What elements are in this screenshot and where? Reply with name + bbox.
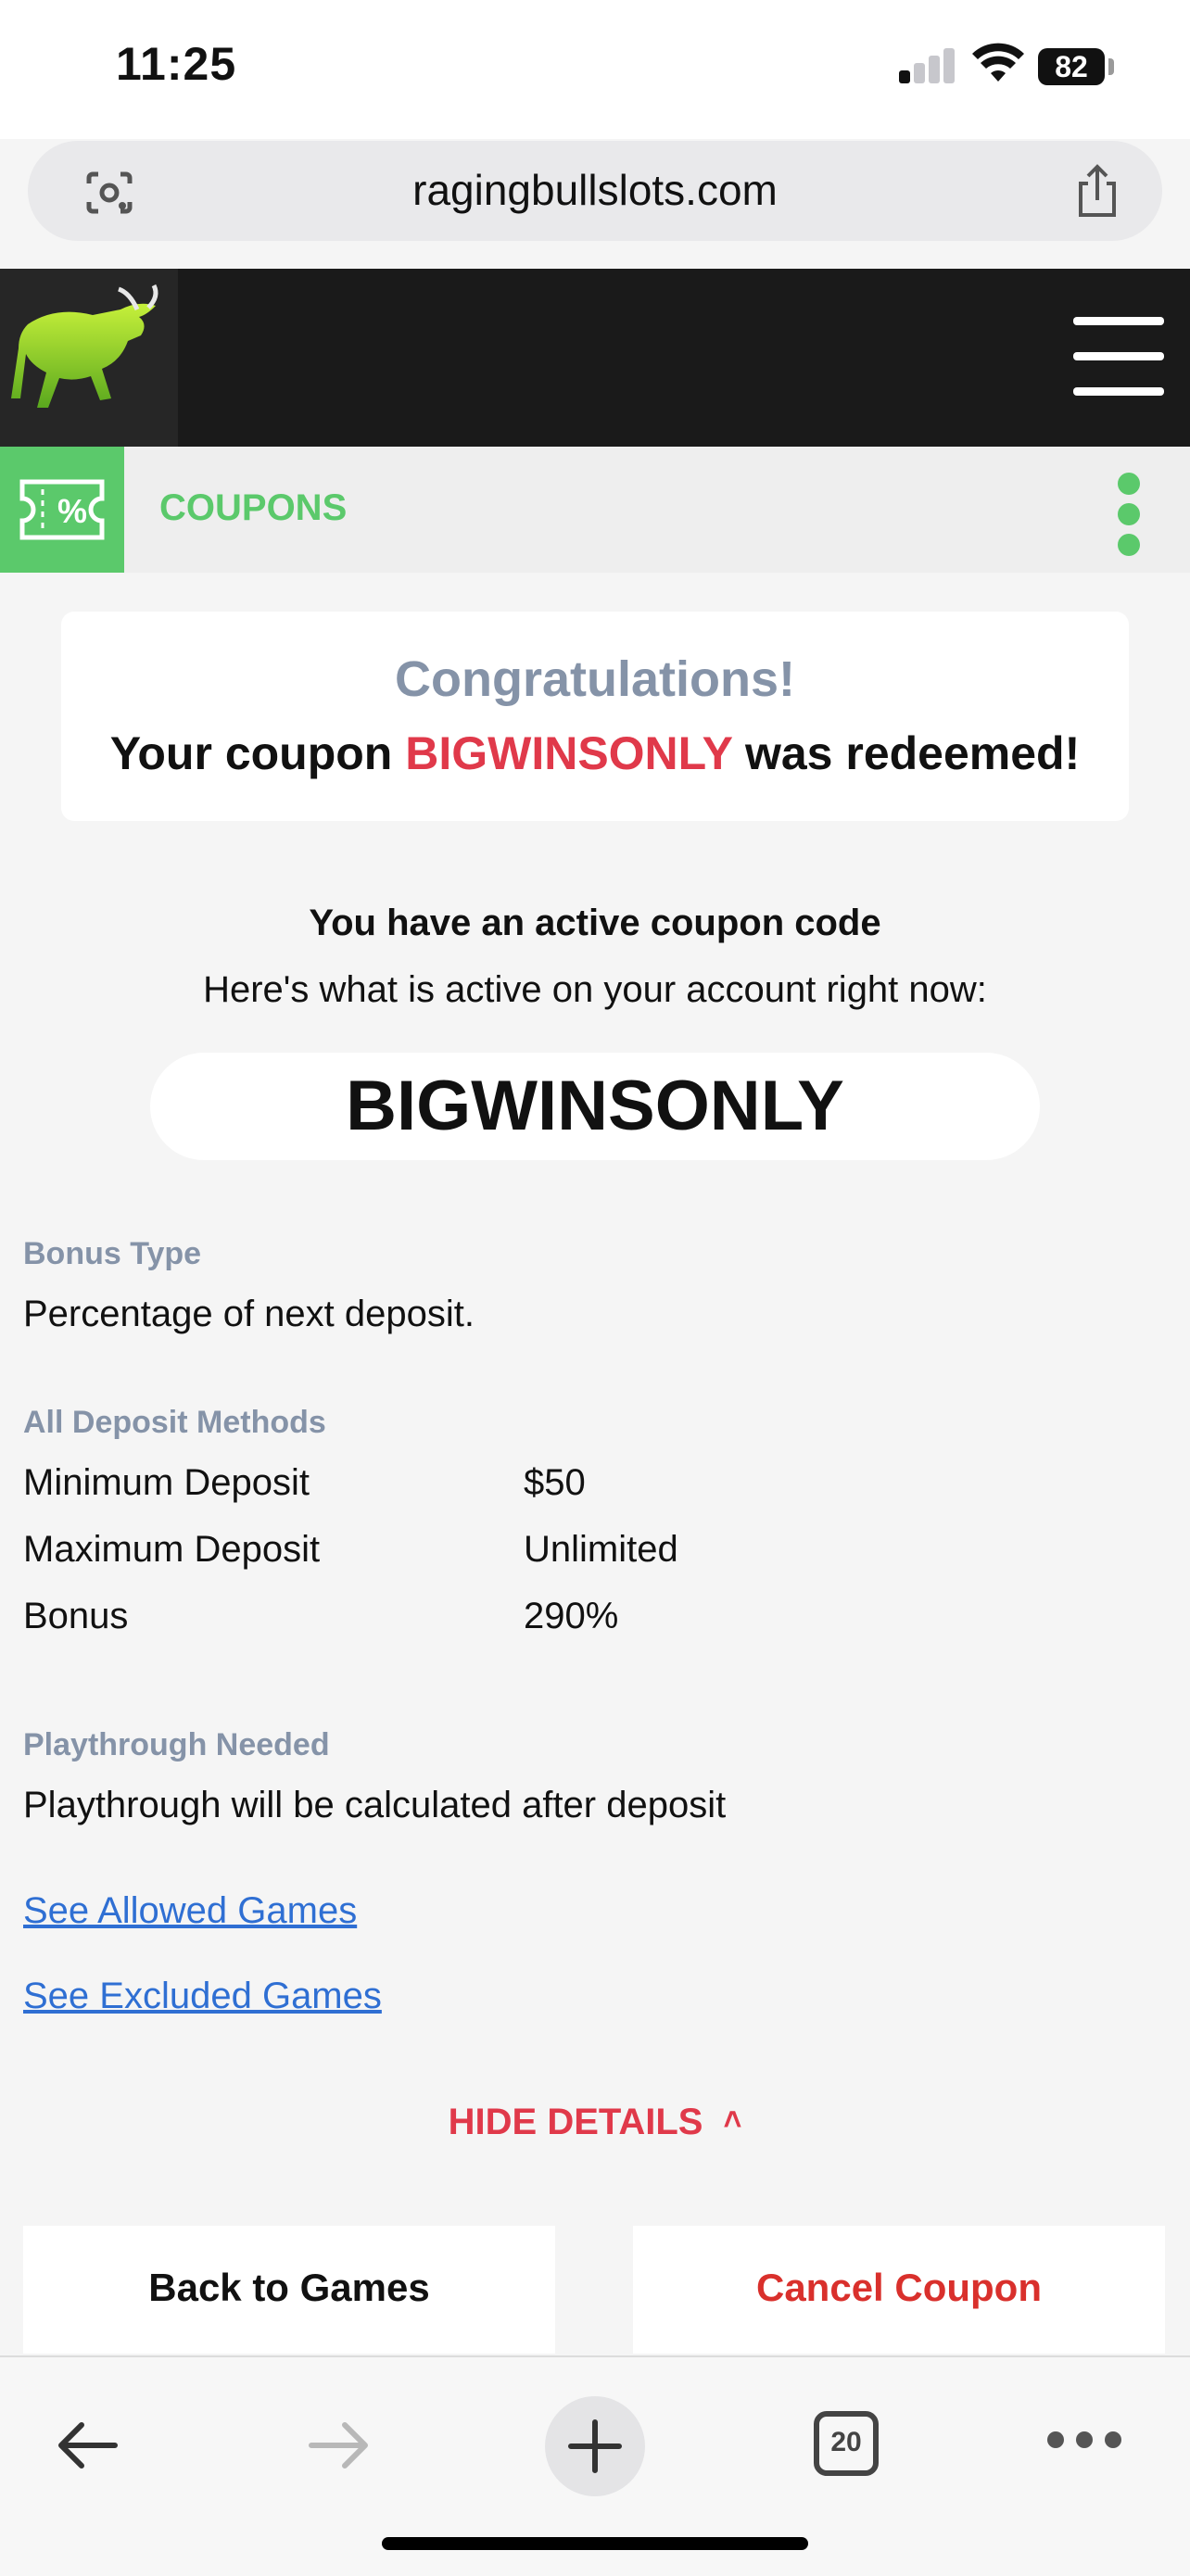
status-time: 11:25: [116, 38, 237, 90]
hide-details-label[interactable]: HIDE DETAILS: [449, 2102, 703, 2142]
redeemed-message-card: Congratulations! Your coupon BIGWINSONLY…: [61, 612, 1129, 821]
battery-cap: [1108, 58, 1114, 75]
tabs-icon[interactable]: 20: [814, 2411, 879, 2476]
redeemed-prefix: Your coupon: [109, 727, 406, 779]
congratulations-heading: Congratulations!: [395, 651, 795, 707]
bonus-type-label: Bonus Type: [23, 1236, 202, 1271]
redeemed-message: Your coupon BIGWINSONLY was redeemed!: [61, 726, 1129, 780]
see-excluded-games-link[interactable]: See Excluded Games: [23, 1976, 382, 2017]
coupon-percent-icon: %: [19, 479, 105, 540]
signal-icon: [899, 48, 956, 83]
coupons-title: COUPONS: [159, 487, 348, 528]
address-bar[interactable]: ragingbullslots.com: [28, 141, 1162, 241]
share-icon[interactable]: [1073, 163, 1121, 219]
hide-details-toggle[interactable]: HIDE DETAILS ˄: [0, 2102, 1190, 2143]
redeemed-code: BIGWINSONLY: [405, 727, 733, 779]
svg-text:%: %: [57, 492, 87, 530]
coupon-icon-container[interactable]: %: [0, 447, 124, 573]
back-arrow-icon[interactable]: [54, 2413, 120, 2478]
max-deposit-value: Unlimited: [524, 1529, 678, 1570]
battery-icon: 82: [1038, 48, 1105, 85]
redeemed-suffix: was redeemed!: [732, 727, 1081, 779]
min-deposit-label: Minimum Deposit: [23, 1462, 310, 1503]
playthrough-value: Playthrough will be calculated after dep…: [23, 1785, 727, 1825]
new-tab-plus-icon[interactable]: [545, 2396, 645, 2496]
playthrough-label: Playthrough Needed: [23, 1727, 330, 1762]
chevron-up-icon[interactable]: ˄: [723, 2102, 741, 2139]
bonus-value: 290%: [524, 1596, 619, 1636]
bull-logo[interactable]: [0, 269, 178, 447]
url-text[interactable]: ragingbullslots.com: [28, 165, 1162, 215]
deposit-methods-label: All Deposit Methods: [23, 1405, 326, 1440]
bonus-type-value: Percentage of next deposit.: [23, 1294, 475, 1334]
cancel-coupon-button[interactable]: Cancel Coupon: [633, 2226, 1165, 2354]
site-header: [0, 269, 1190, 447]
forward-arrow-icon[interactable]: [306, 2413, 373, 2478]
max-deposit-label: Maximum Deposit: [23, 1529, 321, 1570]
min-deposit-value: $50: [524, 1462, 586, 1503]
wifi-icon: [972, 43, 1024, 82]
more-icon[interactable]: [1047, 2431, 1121, 2454]
see-allowed-games-link[interactable]: See Allowed Games: [23, 1890, 357, 1932]
active-coupon-title: You have an active coupon code: [309, 903, 881, 943]
hamburger-menu-icon[interactable]: [1066, 317, 1164, 398]
back-to-games-button[interactable]: Back to Games: [23, 2226, 555, 2354]
bonus-label: Bonus: [23, 1596, 129, 1636]
home-indicator[interactable]: [382, 2537, 808, 2550]
active-coupon-code: BIGWINSONLY: [150, 1053, 1040, 1160]
active-coupon-subtitle: Here's what is active on your account ri…: [203, 969, 987, 1010]
coupons-bar: % COUPONS: [0, 447, 1190, 573]
logo-container[interactable]: [0, 269, 178, 447]
status-bar: 11:25 82: [0, 0, 1190, 139]
kebab-menu-icon[interactable]: [1112, 473, 1146, 556]
